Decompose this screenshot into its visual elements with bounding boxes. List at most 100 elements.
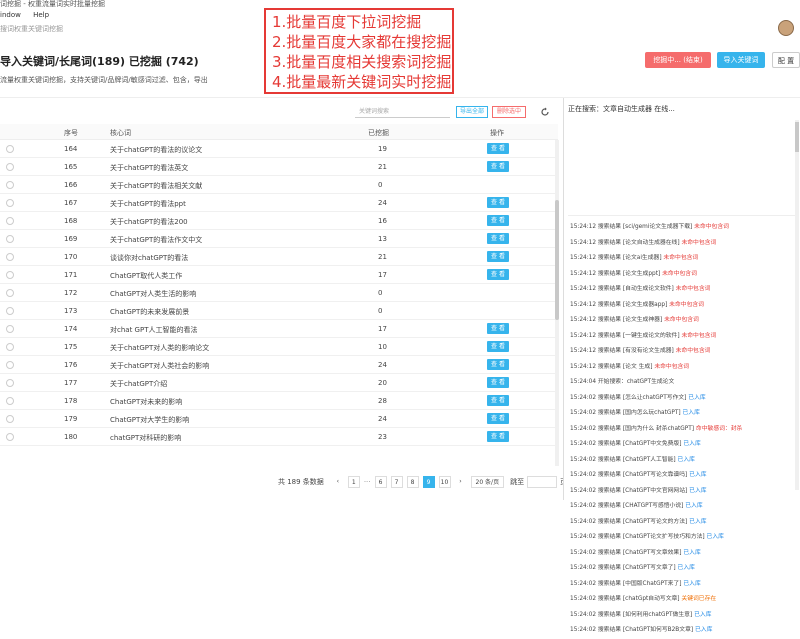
breadcrumb[interactable]: 搜词权重关键词挖掘: [0, 24, 63, 34]
row-keyword: 关于chatGPT对人类的影响论文: [110, 344, 210, 352]
view-button[interactable]: 查 看: [487, 233, 509, 244]
view-button[interactable]: 查 看: [487, 251, 509, 262]
row-select-radio[interactable]: [6, 145, 14, 153]
view-button[interactable]: 查 看: [487, 161, 509, 172]
row-select-radio[interactable]: [6, 217, 14, 225]
pager-page[interactable]: 6: [374, 476, 387, 488]
menu-item-help[interactable]: Help: [33, 11, 49, 19]
view-button[interactable]: 查 看: [487, 377, 509, 388]
log-scrollbar-thumb[interactable]: [795, 122, 799, 152]
table-row[interactable]: 175 关于chatGPT对人类的影响论文 10 查 看: [0, 338, 558, 356]
log-text: 15:24:12 搜索结果 [一键生成论文的软件]: [570, 332, 682, 339]
pager-jump-input[interactable]: [527, 476, 558, 488]
pager-page[interactable]: 1: [347, 476, 360, 488]
pager-page[interactable]: 8: [406, 476, 419, 488]
view-button[interactable]: 查 看: [487, 323, 509, 334]
log-text: 15:24:12 搜索结果 [自动生成论文软件]: [570, 286, 676, 292]
row-count: 10: [378, 343, 387, 351]
log-status-tag: 未命中包含词: [663, 255, 699, 261]
log-status-tag: 未命中包含词: [664, 317, 699, 323]
view-button[interactable]: 查 看: [487, 341, 509, 352]
log-panel: 正在搜索：文章自动生成器 在线... 15:24:12 搜索结果 [sci/ge…: [563, 98, 800, 633]
export-all-button[interactable]: 导出全部: [456, 106, 488, 118]
log-text: 15:24:02 搜索结果 [如何利用chatGPT做生意]: [570, 611, 695, 618]
row-select-radio[interactable]: [6, 271, 14, 279]
table-row[interactable]: 173 ChatGPT的未来发展前景 0: [0, 302, 558, 320]
row-select-radio[interactable]: [6, 325, 14, 333]
pager-page-active[interactable]: 9: [422, 476, 435, 488]
log-line: 15:24:02 搜索结果 [ChatGPT如何写B2B文章] 已入库: [570, 623, 795, 639]
avatar[interactable]: [778, 20, 794, 36]
log-text: 15:24:02 搜索结果 [ChatGPT中文免费版]: [570, 441, 684, 447]
view-button[interactable]: 查 看: [487, 215, 509, 226]
table-row[interactable]: 174 对chat GPT人工智能的看法 17 查 看: [0, 320, 558, 338]
row-select-radio[interactable]: [6, 253, 14, 261]
table-row[interactable]: 170 谈谈你对chatGPT的看法 21 查 看: [0, 248, 558, 266]
view-button[interactable]: 查 看: [487, 395, 509, 406]
table-row[interactable]: 164 关于chatGPT的看法的议论文 19 查 看: [0, 140, 558, 158]
menu-item-window[interactable]: indow: [0, 11, 21, 19]
log-text: 15:24:12 搜索结果 [论文生成器app]: [570, 301, 670, 308]
log-line: 15:24:12 搜索结果 [论文生成神器] 未命中包含词: [570, 313, 795, 329]
row-select-radio[interactable]: [6, 199, 14, 207]
table-row[interactable]: 178 ChatGPT对未来的影响 28 查 看: [0, 392, 558, 410]
log-text: 15:24:12 搜索结果 [论文 生成]: [570, 363, 655, 370]
view-button[interactable]: 查 看: [487, 431, 509, 442]
table-scrollbar-thumb[interactable]: [555, 200, 559, 320]
row-select-radio[interactable]: [6, 397, 14, 405]
view-button[interactable]: 查 看: [487, 269, 509, 280]
refresh-icon[interactable]: [540, 107, 550, 117]
table-row[interactable]: 166 关于chatGPT的看法相关文献 0: [0, 176, 558, 194]
row-select-radio[interactable]: [6, 163, 14, 171]
row-select-radio[interactable]: [6, 379, 14, 387]
row-select-radio[interactable]: [6, 361, 14, 369]
row-select-radio[interactable]: [6, 181, 14, 189]
table-row[interactable]: 171 ChatGPT取代人类工作 17 查 看: [0, 266, 558, 284]
keyword-table: 序号 核心词 已挖掘 操作 164 关于chatGPT的看法的议论文 19 查 看 16…: [0, 124, 558, 446]
table-row[interactable]: 180 chatGPT对科研的影响 23 查 看: [0, 428, 558, 446]
view-button[interactable]: 查 看: [487, 359, 509, 370]
header-count[interactable]: 已挖掘: [368, 128, 389, 138]
pager-next[interactable]: ›: [455, 476, 467, 488]
keyword-search-input[interactable]: 关键词搜索: [355, 106, 450, 118]
row-count: 0: [378, 289, 383, 297]
log-text: 15:24:02 搜索结果 [ChatGPT写文章了]: [570, 565, 678, 571]
log-status-tag: 已入库: [694, 611, 712, 618]
import-keywords-button[interactable]: 导入关键词: [717, 52, 765, 68]
log-line: 15:24:02 搜索结果 [国内为什么 封杀chatGPT] 命中敏感词：封杀: [570, 422, 795, 438]
delete-selected-button[interactable]: 删除选中: [492, 106, 526, 118]
log-scrollbar[interactable]: [795, 120, 799, 490]
pager-page[interactable]: 10: [438, 476, 451, 488]
log-text: 15:24:02 搜索结果 [ChatGPT写论文靠谱吗]: [570, 472, 690, 478]
view-button[interactable]: 查 看: [487, 413, 509, 424]
config-button[interactable]: 配 置: [772, 52, 800, 68]
view-button[interactable]: 查 看: [487, 197, 509, 208]
view-button[interactable]: 查 看: [487, 143, 509, 154]
table-row[interactable]: 165 关于chatGPT的看法英文 21 查 看: [0, 158, 558, 176]
row-select-radio[interactable]: [6, 235, 14, 243]
mining-stop-button[interactable]: 挖掘中... (结束): [645, 52, 711, 68]
row-keyword: 关于chatGPT的看法的议论文: [110, 146, 203, 154]
row-select-radio[interactable]: [6, 289, 14, 297]
row-select-radio[interactable]: [6, 307, 14, 315]
table-row[interactable]: 179 ChatGPT对大学生的影响 24 查 看: [0, 410, 558, 428]
log-text: 15:24:12 搜索结果 [论文自动生成器在线]: [570, 239, 682, 246]
page-size-select[interactable]: 20 条/页: [470, 476, 505, 488]
table-row[interactable]: 168 关于chatGPT的看法200 16 查 看: [0, 212, 558, 230]
table-row[interactable]: 169 关于chatGPT的看法作文中文 13 查 看: [0, 230, 558, 248]
table-row[interactable]: 177 关于chatGPT介绍 20 查 看: [0, 374, 558, 392]
row-select-radio[interactable]: [6, 343, 14, 351]
table-row[interactable]: 167 关于chatGPT的看法ppt 24 查 看: [0, 194, 558, 212]
row-select-radio[interactable]: [6, 415, 14, 423]
row-select-radio[interactable]: [6, 433, 14, 441]
table-row[interactable]: 176 关于chatGPT对人类社会的影响 24 查 看: [0, 356, 558, 374]
pager-page[interactable]: 7: [390, 476, 403, 488]
log-text: 15:24:02 搜索结果 [ChatGPT人工智能]: [570, 456, 678, 463]
table-row[interactable]: 172 ChatGPT对人类生活的影响 0: [0, 284, 558, 302]
row-keyword: 关于chatGPT对人类社会的影响: [110, 362, 210, 370]
row-count: 20: [378, 379, 387, 387]
pager-prev[interactable]: ‹: [332, 476, 344, 488]
log-status-tag: 已入库: [685, 503, 703, 509]
row-seq: 171: [64, 271, 78, 279]
pager-ellipsis[interactable]: ···: [364, 478, 371, 486]
